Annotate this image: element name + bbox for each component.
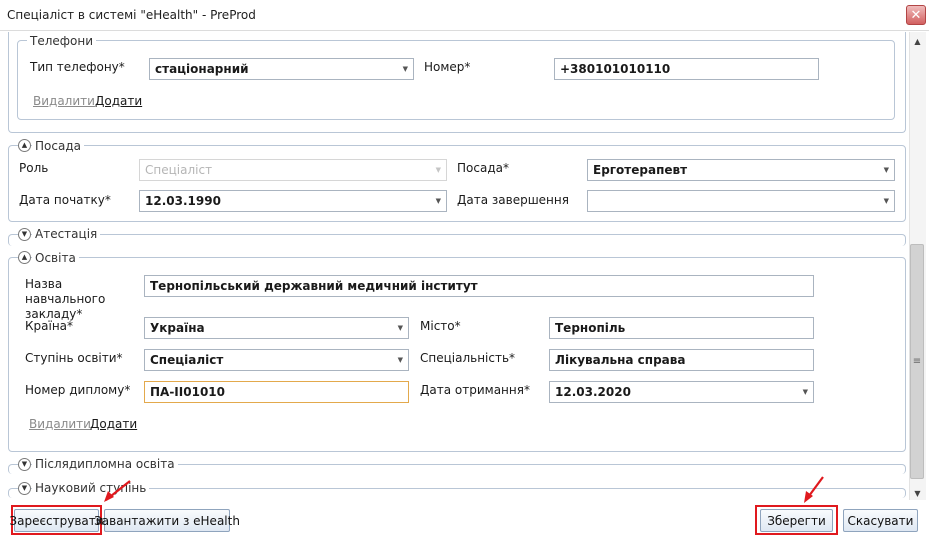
arrow-icon: [104, 476, 824, 503]
